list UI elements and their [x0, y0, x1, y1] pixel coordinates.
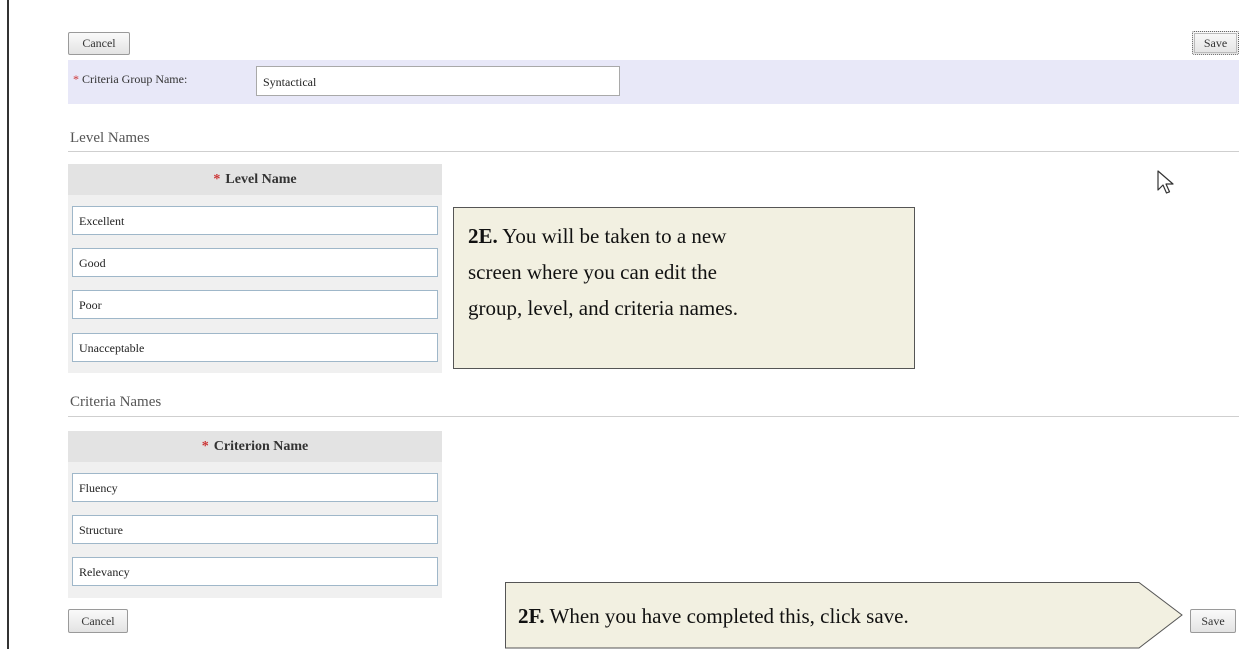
criterion-name-input-fluency[interactable]: Fluency [72, 473, 438, 502]
criterion-name-header: * Criterion Name [68, 431, 442, 462]
required-marker: * [73, 72, 79, 86]
level-names-title: Level Names [70, 130, 150, 146]
level-names-divider [68, 151, 1239, 152]
level-name-header: * Level Name [68, 164, 442, 195]
group-name-label: * Criteria Group Name: [73, 72, 187, 87]
save-button-top[interactable]: Save [1192, 31, 1239, 55]
criteria-names-title: Criteria Names [70, 394, 162, 410]
cancel-button-bottom[interactable]: Cancel [68, 609, 128, 633]
callout-2e-line-3: group, level, and criteria names. [468, 296, 738, 320]
criterion-name-input-relevancy[interactable]: Relevancy [72, 557, 438, 586]
callout-2e-text-1: You will be taken to a new [502, 224, 727, 248]
callout-2f-tag: 2F. [518, 604, 545, 628]
criterion-name-header-text: Criterion Name [213, 438, 309, 454]
level-name-input-good[interactable]: Good [72, 248, 438, 277]
criterion-name-input-structure[interactable]: Structure [72, 515, 438, 544]
callout-2e-tag: 2E. [468, 224, 498, 248]
mouse-cursor-icon [1157, 170, 1174, 194]
callout-2e: 2E. You will be taken to a new screen wh… [453, 207, 915, 369]
level-name-input-poor[interactable]: Poor [72, 290, 438, 319]
save-button-bottom[interactable]: Save [1190, 609, 1236, 633]
required-marker: * [201, 438, 209, 454]
level-name-header-text: Level Name [225, 171, 297, 187]
page-left-border [7, 0, 9, 649]
level-name-input-excellent[interactable]: Excellent [72, 206, 438, 235]
group-name-label-text: Criteria Group Name: [82, 72, 188, 86]
level-name-input-unacceptable[interactable]: Unacceptable [72, 333, 438, 362]
cancel-button-top[interactable]: Cancel [68, 32, 130, 55]
group-name-band [68, 60, 1239, 104]
criteria-names-divider [68, 416, 1239, 417]
required-marker: * [213, 171, 221, 187]
group-name-input[interactable]: Syntactical [256, 66, 620, 96]
callout-2e-line-2: screen where you can edit the [468, 260, 717, 284]
callout-2f: 2F. When you have completed this, click … [518, 604, 909, 629]
callout-2f-text: When you have completed this, click save… [549, 604, 909, 628]
callout-2e-line-1: 2E. You will be taken to a new [468, 218, 900, 254]
